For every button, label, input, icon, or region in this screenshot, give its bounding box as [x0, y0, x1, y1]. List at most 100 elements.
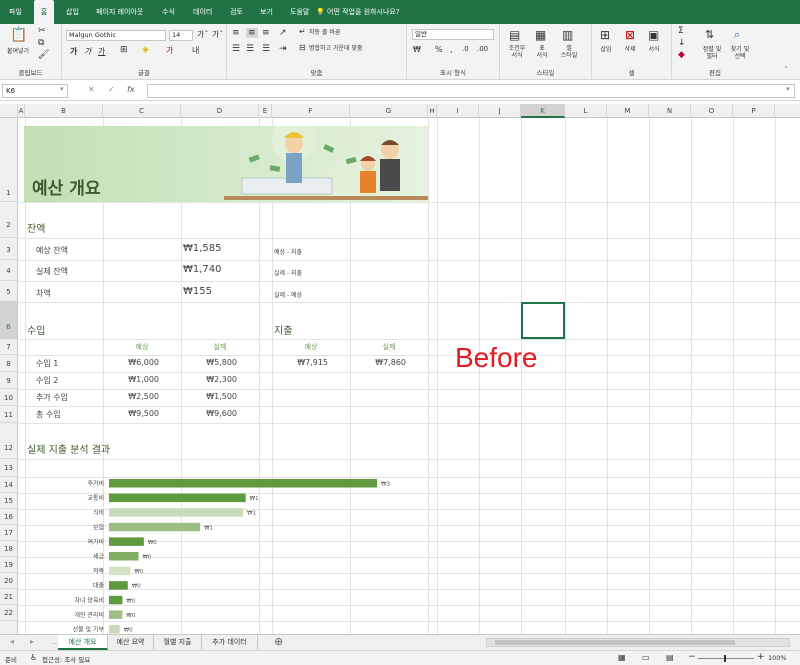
enter-icon[interactable]: ✓ — [108, 85, 115, 94]
normal-view-icon[interactable]: ▦ — [618, 653, 626, 662]
row-header[interactable]: 18 — [0, 541, 17, 557]
row-header[interactable]: 10 — [0, 389, 17, 406]
accessibility-status[interactable]: 접근성: 조사 필요 — [42, 654, 90, 664]
sheet-tab[interactable]: 예산 요약 — [108, 635, 154, 650]
conditional-format-button[interactable]: 조건부 서식 — [502, 45, 532, 59]
merge-center-button[interactable]: 병합하고 가운데 맞춤 — [309, 45, 363, 52]
sheet-tab[interactable]: 예산 개요 — [58, 635, 108, 650]
tab-help[interactable]: 도움말 — [290, 0, 309, 24]
row-header[interactable]: 2 — [0, 202, 17, 238]
insert-cells-icon[interactable]: ⊞ — [600, 28, 610, 42]
expand-formula-icon[interactable]: ▾ — [786, 85, 790, 93]
autosum-icon[interactable]: Σ — [678, 26, 684, 36]
row-header[interactable]: 16 — [0, 509, 17, 525]
delete-cells-button[interactable]: 삭제 — [620, 46, 640, 53]
chart-bar[interactable] — [109, 537, 144, 546]
col-header[interactable]: B — [25, 104, 103, 118]
bold-icon[interactable]: 가 — [70, 46, 77, 57]
row-header-selected[interactable]: 6 — [0, 302, 17, 339]
select-all-corner[interactable] — [0, 104, 18, 118]
add-sheet-icon[interactable]: ⊕ — [274, 635, 283, 648]
cell-styles-icon[interactable]: ▥ — [562, 28, 573, 42]
chart-bar[interactable] — [109, 595, 123, 605]
font-name-select[interactable]: Malgun Gothic — [66, 30, 166, 41]
name-box[interactable]: K6 — [2, 84, 68, 98]
col-header[interactable]: N — [649, 104, 691, 118]
align-left-icon[interactable]: ☰ — [232, 44, 240, 54]
currency-icon[interactable]: ₩ — [413, 45, 421, 54]
tab-file[interactable]: 파일 — [9, 0, 22, 24]
col-header[interactable]: O — [691, 104, 733, 118]
row-header[interactable]: 11 — [0, 406, 17, 423]
align-middle-icon[interactable]: ≡ — [246, 28, 258, 38]
fill-icon[interactable]: ↓ — [678, 38, 686, 48]
chart-bar[interactable] — [109, 522, 201, 532]
number-format-select[interactable]: 일반 — [412, 29, 494, 40]
tab-scroll-left-icon[interactable]: ◂ — [10, 637, 14, 646]
sort-filter-button[interactable]: 정렬 및 필터 — [698, 46, 726, 60]
tab-insert[interactable]: 삽입 — [66, 0, 79, 24]
zoom-out-icon[interactable]: − — [688, 652, 696, 662]
chart-bar[interactable] — [109, 479, 377, 488]
zoom-slider-thumb[interactable] — [724, 655, 726, 662]
cell-styles-button[interactable]: 셀 스타일 — [555, 45, 583, 59]
cut-icon[interactable]: ✂ — [38, 26, 46, 36]
chart-bar[interactable] — [109, 610, 123, 619]
chart-bar[interactable] — [109, 493, 246, 503]
sheet-tab[interactable]: 월별 지출 — [154, 635, 202, 650]
delete-cells-icon[interactable]: ⊠ — [625, 28, 635, 42]
col-header[interactable]: F — [272, 104, 350, 118]
wrap-text-icon[interactable]: ↵ — [299, 27, 306, 36]
selected-cell-k6[interactable] — [521, 302, 565, 339]
phonetic-icon[interactable]: 내 — [192, 45, 199, 56]
col-header[interactable]: J — [479, 104, 521, 118]
row-header[interactable]: 17 — [0, 525, 17, 541]
format-table-button[interactable]: 표 서식 — [530, 45, 554, 59]
collapse-ribbon-icon[interactable]: ˆ — [784, 66, 788, 74]
find-select-icon[interactable]: ⌕ — [734, 28, 740, 42]
row-header[interactable]: 5 — [0, 281, 17, 302]
row-header[interactable]: 22 — [0, 605, 17, 621]
format-table-icon[interactable]: ▦ — [535, 28, 546, 42]
chart-bar[interactable] — [109, 566, 131, 576]
col-header[interactable]: I — [437, 104, 479, 118]
format-cells-button[interactable]: 서식 — [644, 46, 664, 53]
merge-center-icon[interactable]: ⊟ — [299, 43, 306, 52]
chart-bar[interactable] — [109, 581, 128, 590]
zoom-in-icon[interactable]: + — [757, 652, 765, 662]
paste-icon[interactable]: 📋 — [10, 27, 27, 43]
align-top-icon[interactable]: ≡ — [232, 28, 240, 38]
col-header[interactable]: G — [350, 104, 428, 118]
format-painter-icon[interactable]: 🖌 — [38, 50, 49, 60]
fill-color-icon[interactable]: ◈ — [142, 45, 149, 55]
row-header[interactable]: 21 — [0, 589, 17, 605]
col-header[interactable]: M — [607, 104, 649, 118]
wrap-text-button[interactable]: 자동 줄 바꿈 — [309, 29, 340, 36]
align-bottom-icon[interactable]: ≡ — [262, 28, 270, 38]
page-break-icon[interactable]: ▤ — [666, 653, 674, 662]
col-header[interactable]: L — [565, 104, 607, 118]
row-header[interactable]: 9 — [0, 372, 17, 389]
tab-page-layout[interactable]: 페이지 레이아웃 — [96, 0, 143, 24]
col-header[interactable]: A — [18, 104, 25, 118]
col-header[interactable]: H — [428, 104, 437, 118]
row-header[interactable]: 15 — [0, 493, 17, 509]
accessibility-icon[interactable]: ♿ — [30, 653, 37, 662]
horizontal-scrollbar[interactable] — [486, 638, 790, 647]
border-icon[interactable]: ⊞ — [120, 45, 128, 55]
tab-data[interactable]: 데이터 — [193, 0, 212, 24]
italic-icon[interactable]: 가 — [84, 46, 91, 57]
decrease-decimal-icon[interactable]: .00 — [477, 45, 488, 53]
indent-icon[interactable]: ⇥ — [279, 44, 287, 54]
row-header[interactable]: 12 — [0, 423, 17, 459]
insert-cells-button[interactable]: 삽입 — [596, 46, 616, 53]
expense-bar-chart[interactable]: 주거비 ₩3 교통비 ₩1 식비 ₩1 보험 ₩1 여가비 ₩0 세금 ₩0 저축 ₩0 대출 ₩0 자녀 양육… — [18, 468, 418, 634]
row-header[interactable]: 3 — [0, 238, 17, 260]
row-header[interactable]: 1 — [0, 118, 17, 202]
underline-icon[interactable]: 가 — [98, 46, 105, 57]
row-header[interactable]: 14 — [0, 477, 17, 493]
scrollbar-thumb[interactable] — [495, 640, 735, 645]
row-header[interactable]: 20 — [0, 573, 17, 589]
tab-view[interactable]: 보기 — [260, 0, 273, 24]
col-header[interactable]: P — [733, 104, 775, 118]
